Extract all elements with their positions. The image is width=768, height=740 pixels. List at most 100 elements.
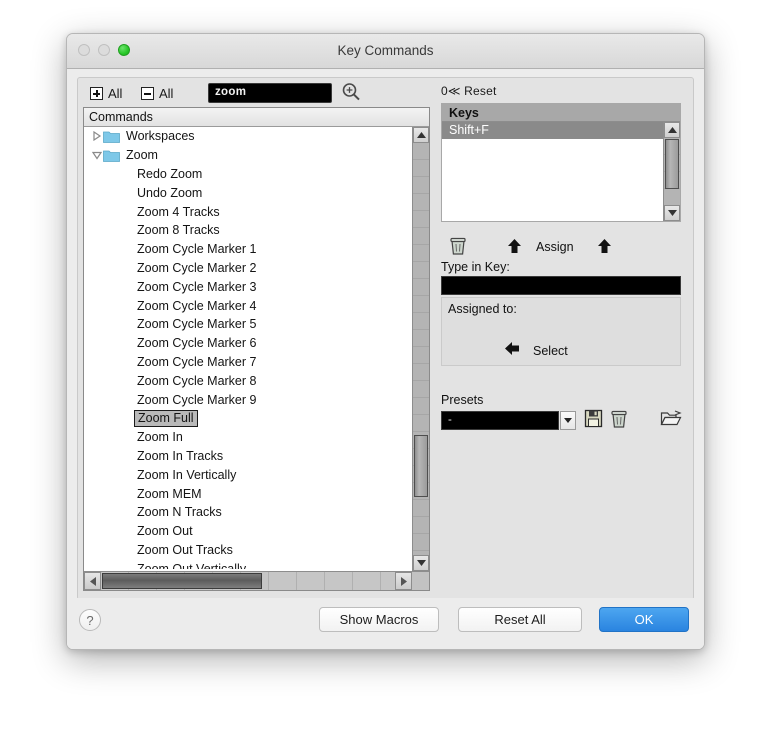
footer: ? Show Macros Reset All OK (67, 598, 704, 649)
type-in-key-input[interactable] (441, 276, 681, 295)
command-row[interactable]: Zoom In Vertically (84, 465, 412, 484)
command-row[interactable]: Workspaces (84, 127, 412, 146)
command-row[interactable]: Zoom Cycle Marker 8 (84, 371, 412, 390)
collapse-all-label: All (159, 86, 174, 101)
keys-scroll-down-button[interactable] (664, 205, 680, 221)
commands-horizontal-scrollbar[interactable] (84, 571, 429, 590)
command-row[interactable]: Zoom Cycle Marker 6 (84, 334, 412, 353)
magnifier-icon[interactable] (340, 81, 362, 103)
keys-list-body[interactable]: Shift+F (442, 122, 663, 221)
scroll-left-button[interactable] (84, 572, 101, 590)
keys-vertical-scrollbar[interactable] (663, 122, 680, 221)
presets-trash-icon[interactable] (610, 409, 628, 434)
command-row[interactable]: Zoom MEM (84, 484, 412, 503)
window-body: All All zoom Commands Workspaces Zoom Re… (67, 69, 704, 649)
folder-icon (103, 130, 122, 143)
commands-vertical-scrollbar[interactable] (412, 127, 429, 571)
scroll-right-button[interactable] (395, 572, 412, 590)
command-row[interactable]: Zoom N Tracks (84, 503, 412, 522)
keys-list-header: Keys (442, 104, 680, 122)
command-row[interactable]: Zoom Cycle Marker 1 (84, 240, 412, 259)
command-label: Zoom Cycle Marker 3 (137, 279, 257, 294)
select-label[interactable]: Select (533, 344, 568, 358)
command-label: Zoom In (137, 430, 183, 445)
command-label: Zoom MEM (137, 486, 202, 501)
key-row[interactable]: Shift+F (442, 122, 663, 139)
command-row[interactable]: Zoom Cycle Marker 4 (84, 296, 412, 315)
disclosure-closed-icon[interactable] (90, 131, 103, 142)
command-row[interactable]: Zoom (84, 146, 412, 165)
keys-scrollbar-thumb[interactable] (665, 139, 679, 189)
assigned-to-box: Assigned to: Select (441, 297, 681, 366)
command-label: Zoom Out (137, 524, 193, 539)
command-row[interactable]: Zoom Out Tracks (84, 541, 412, 560)
command-label: Zoom Cycle Marker 2 (137, 260, 257, 275)
command-label: Zoom Cycle Marker 7 (137, 354, 257, 369)
right-pane: 0≪ Reset Keys Shift+F Assign Type in Key… (438, 78, 688, 599)
scrollbar-thumb[interactable] (414, 435, 428, 497)
presets-label: Presets (441, 393, 484, 407)
command-row[interactable]: Zoom Cycle Marker 7 (84, 353, 412, 372)
command-label: Zoom Cycle Marker 6 (137, 336, 257, 351)
scroll-up-button[interactable] (413, 127, 429, 143)
command-row[interactable]: Zoom Cycle Marker 3 (84, 277, 412, 296)
command-label: Zoom Cycle Marker 1 (137, 242, 257, 257)
command-row[interactable]: Zoom Cycle Marker 2 (84, 259, 412, 278)
command-row[interactable]: Zoom In Tracks (84, 447, 412, 466)
commands-list: Commands Workspaces Zoom Redo Zoom Undo Zoo… (83, 107, 430, 591)
command-label: Zoom N Tracks (137, 505, 222, 520)
ok-button[interactable]: OK (599, 607, 689, 632)
command-label: Zoom Cycle Marker 5 (137, 317, 257, 332)
scroll-down-button[interactable] (413, 555, 429, 571)
search-input-value: zoom (215, 86, 247, 98)
commands-list-header: Commands (84, 108, 429, 127)
command-label: Zoom Full (134, 409, 198, 427)
commands-list-body[interactable]: Workspaces Zoom Redo Zoom Undo Zoom Zoom 4 T… (84, 127, 412, 571)
command-label: Zoom Cycle Marker 9 (137, 392, 257, 407)
command-label: Zoom 4 Tracks (137, 204, 220, 219)
window-title: Key Commands (337, 43, 434, 58)
disclosure-open-icon[interactable] (90, 150, 103, 160)
show-macros-button[interactable]: Show Macros (319, 607, 439, 632)
left-arrow-icon[interactable] (504, 340, 521, 362)
assign-up-arrow-left-icon[interactable] (506, 238, 523, 260)
command-row[interactable]: Zoom 4 Tracks (84, 202, 412, 221)
assigned-to-label: Assigned to: (448, 302, 517, 316)
command-row[interactable]: Zoom Full (84, 409, 412, 428)
floppy-save-icon[interactable] (584, 409, 603, 433)
h-scrollbar-thumb[interactable] (102, 573, 262, 589)
command-row[interactable]: Zoom In (84, 428, 412, 447)
command-row[interactable]: Undo Zoom (84, 183, 412, 202)
command-row[interactable]: Zoom Cycle Marker 5 (84, 315, 412, 334)
command-label: Zoom Out Tracks (137, 542, 233, 557)
reset-all-button[interactable]: Reset All (458, 607, 582, 632)
command-row[interactable]: Zoom Out Vertically (84, 559, 412, 571)
command-label: Zoom In Tracks (137, 448, 224, 463)
assign-label[interactable]: Assign (536, 240, 574, 254)
open-folder-icon[interactable] (660, 409, 682, 433)
command-row[interactable]: Zoom Out (84, 522, 412, 541)
presets-selected-value: - (448, 414, 452, 426)
command-row[interactable]: Zoom Cycle Marker 9 (84, 390, 412, 409)
search-input[interactable]: zoom (208, 83, 332, 103)
presets-select[interactable]: - (441, 411, 559, 430)
chevron-down-icon[interactable] (560, 411, 576, 430)
select-row[interactable]: Select (504, 340, 568, 362)
assign-up-arrow-right-icon[interactable] (596, 238, 613, 260)
command-label: Redo Zoom (137, 166, 203, 181)
folder-icon (103, 149, 122, 162)
window-titlebar: Key Commands (67, 34, 704, 69)
expand-all-button[interactable]: All (90, 86, 122, 101)
command-label: Zoom In Vertically (137, 467, 237, 482)
trash-icon[interactable] (449, 236, 467, 261)
collapse-all-button[interactable]: All (141, 86, 173, 101)
command-label: Zoom Out Vertically (137, 561, 247, 571)
plus-box-icon (90, 87, 103, 100)
command-row[interactable]: Zoom 8 Tracks (84, 221, 412, 240)
command-label: Zoom 8 Tracks (137, 223, 220, 238)
reset-counter-label[interactable]: 0≪ Reset (441, 84, 497, 98)
help-button[interactable]: ? (79, 609, 101, 631)
command-row[interactable]: Redo Zoom (84, 165, 412, 184)
command-label: Zoom Cycle Marker 4 (137, 298, 257, 313)
keys-scroll-up-button[interactable] (664, 122, 680, 138)
